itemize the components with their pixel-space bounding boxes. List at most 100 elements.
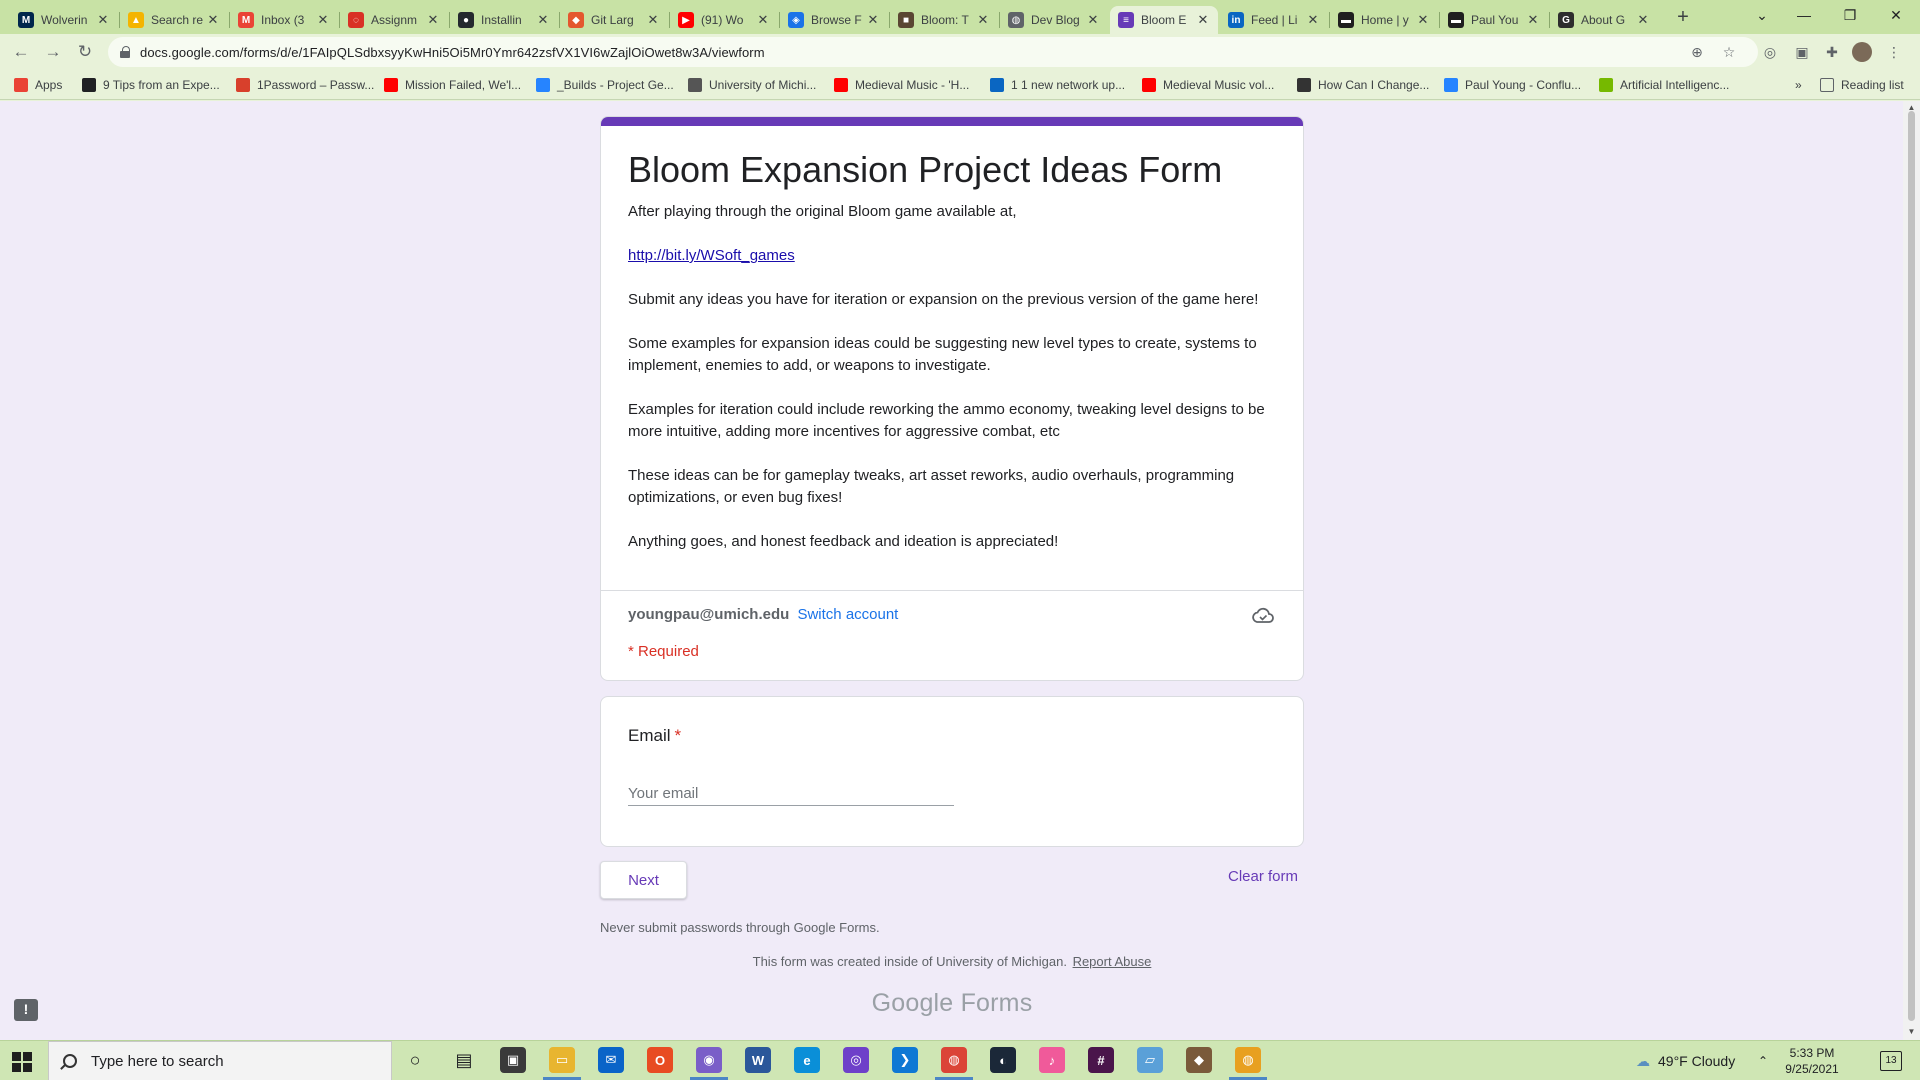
browser-tab[interactable]: ■ Bloom: T ✕ xyxy=(890,6,998,34)
chevron-more-icon[interactable]: » xyxy=(1795,77,1802,93)
discord-icon[interactable]: ◉ xyxy=(696,1047,722,1073)
browser-tab[interactable]: ◍ Dev Blog ✕ xyxy=(1000,6,1108,34)
browser-tab[interactable]: ◈ Browse F ✕ xyxy=(780,6,888,34)
forward-button[interactable]: → xyxy=(40,39,66,65)
slack-icon[interactable]: # xyxy=(1088,1047,1114,1073)
switch-account-link[interactable]: Switch account xyxy=(797,606,898,623)
word-icon[interactable]: W xyxy=(745,1047,771,1073)
page-scrollbar[interactable]: ▲ ▼ xyxy=(1903,101,1920,1040)
bookmark-item[interactable]: 1 1 new network up... xyxy=(990,77,1125,93)
description-paragraph: Submit any ideas you have for iteration … xyxy=(628,291,1259,308)
address-bar[interactable]: docs.google.com/forms/d/e/1FAIpQLSdbxsyy… xyxy=(108,37,1758,67)
browser-tab[interactable]: ▬ Home | y ✕ xyxy=(1330,6,1438,34)
notepad-icon[interactable]: ▱ xyxy=(1137,1047,1163,1073)
next-button[interactable]: Next xyxy=(600,861,687,899)
game-link[interactable]: http://bit.ly/WSoft_games xyxy=(628,247,795,264)
system-clock[interactable]: 5:33 PM 9/25/2021 xyxy=(1782,1045,1842,1077)
browser-tab[interactable]: G About G ✕ xyxy=(1550,6,1658,34)
cortana-icon[interactable]: ○ xyxy=(402,1047,428,1073)
browser-tab[interactable]: M Wolverin ✕ xyxy=(10,6,118,34)
extension-icon[interactable]: ◎ xyxy=(1760,42,1780,62)
close-tab-icon[interactable]: ✕ xyxy=(1526,12,1540,28)
tab-favicon-icon: ■ xyxy=(898,12,914,28)
cloud-save-icon[interactable] xyxy=(1250,605,1276,627)
close-tab-icon[interactable]: ✕ xyxy=(316,12,330,28)
close-tab-icon[interactable]: ✕ xyxy=(1196,12,1210,28)
browser-tab[interactable]: ▶ (91) Wo ✕ xyxy=(670,6,778,34)
browser-tab[interactable]: ● Installin ✕ xyxy=(450,6,558,34)
close-tab-icon[interactable]: ✕ xyxy=(206,12,220,28)
windows-start-icon[interactable] xyxy=(12,1052,32,1072)
tab-search-button[interactable]: ⌄ xyxy=(1742,2,1782,30)
minimize-button[interactable]: — xyxy=(1784,2,1824,30)
chrome-icon[interactable]: ◍ xyxy=(941,1047,967,1073)
chrome-canary-icon[interactable]: ◍ xyxy=(1235,1047,1261,1073)
store-icon[interactable]: ▣ xyxy=(500,1047,526,1073)
office-icon[interactable]: O xyxy=(647,1047,673,1073)
puzzle-icon[interactable]: ✚ xyxy=(1822,42,1842,62)
bookmark-item[interactable]: _Builds - Project Ge... xyxy=(536,77,674,93)
github-desktop-icon[interactable]: ◎ xyxy=(843,1047,869,1073)
browser-tab[interactable]: ▲ Search re ✕ xyxy=(120,6,228,34)
close-tab-icon[interactable]: ✕ xyxy=(976,12,990,28)
notification-center-icon[interactable]: 13 xyxy=(1880,1051,1902,1071)
taskbar-search-box[interactable]: Type here to search xyxy=(48,1041,392,1080)
vscode-icon[interactable]: ❯ xyxy=(892,1047,918,1073)
back-button[interactable]: ← xyxy=(8,39,34,65)
bookmark-item[interactable]: How Can I Change... xyxy=(1297,77,1429,93)
browser-tab[interactable]: M Inbox (3 ✕ xyxy=(230,6,338,34)
weather-widget[interactable]: ☁ 49°F Cloudy xyxy=(1636,1041,1735,1080)
scroll-thumb[interactable] xyxy=(1908,111,1915,1021)
chevron-up-icon[interactable]: ⌃ xyxy=(1758,1041,1768,1080)
scroll-down-icon[interactable]: ▼ xyxy=(1907,1027,1916,1036)
reload-button[interactable]: ↻ xyxy=(72,39,98,65)
bookmark-item[interactable]: Artificial Intelligenc... xyxy=(1599,77,1729,93)
reading-list-button[interactable]: Reading list xyxy=(1820,77,1904,93)
close-tab-icon[interactable]: ✕ xyxy=(1086,12,1100,28)
bookmark-item[interactable]: Apps xyxy=(14,77,62,93)
browser-tab[interactable]: ≡ Bloom E ✕ xyxy=(1110,6,1218,34)
avatar[interactable] xyxy=(1852,42,1872,62)
bookmark-item[interactable]: Mission Failed, We'l... xyxy=(384,77,521,93)
feedback-icon[interactable]: ! xyxy=(14,999,38,1021)
close-tab-icon[interactable]: ✕ xyxy=(536,12,550,28)
close-tab-icon[interactable]: ✕ xyxy=(866,12,880,28)
edge-icon[interactable]: e xyxy=(794,1047,820,1073)
close-tab-icon[interactable]: ✕ xyxy=(96,12,110,28)
report-abuse-link[interactable]: Report Abuse xyxy=(1073,954,1152,969)
google-forms-logo[interactable]: Google Forms xyxy=(600,989,1304,1018)
browser-tab[interactable]: ◌ Assignm ✕ xyxy=(340,6,448,34)
bookmark-star-icon[interactable]: ☆ xyxy=(1720,43,1738,61)
itunes-icon[interactable]: ♪ xyxy=(1039,1047,1065,1073)
close-window-button[interactable]: ✕ xyxy=(1876,2,1916,30)
restore-button[interactable]: ❐ xyxy=(1830,2,1870,30)
zoom-icon[interactable]: ⊕ xyxy=(1688,43,1706,61)
file-explorer-icon[interactable]: ▭ xyxy=(549,1047,575,1073)
close-tab-icon[interactable]: ✕ xyxy=(756,12,770,28)
close-tab-icon[interactable]: ✕ xyxy=(646,12,660,28)
close-tab-icon[interactable]: ✕ xyxy=(1416,12,1430,28)
browser-tab[interactable]: in Feed | Li ✕ xyxy=(1220,6,1328,34)
extension-icon[interactable]: ▣ xyxy=(1792,42,1812,62)
minecraft-icon[interactable]: ◆ xyxy=(1186,1047,1212,1073)
menu-icon[interactable]: ⋮ xyxy=(1884,42,1904,62)
email-field[interactable] xyxy=(628,782,954,806)
new-tab-button[interactable]: + xyxy=(1671,6,1695,30)
close-tab-icon[interactable]: ✕ xyxy=(1636,12,1650,28)
bookmark-item[interactable]: Medieval Music - 'H... xyxy=(834,77,969,93)
browser-tab[interactable]: ▬ Paul You ✕ xyxy=(1440,6,1548,34)
bookmark-item[interactable]: 1Password – Passw... xyxy=(236,77,374,93)
tab-favicon-icon: ▬ xyxy=(1338,12,1354,28)
bookmark-item[interactable]: Paul Young - Conflu... xyxy=(1444,77,1581,93)
task-view-icon[interactable]: ▤ xyxy=(451,1047,477,1073)
browser-tab[interactable]: ◆ Git Larg ✕ xyxy=(560,6,668,34)
close-tab-icon[interactable]: ✕ xyxy=(426,12,440,28)
bookmark-item[interactable]: University of Michi... xyxy=(688,77,816,93)
bookmark-item[interactable]: Medieval Music vol... xyxy=(1142,77,1274,93)
steam-icon[interactable]: ◐ xyxy=(990,1047,1016,1073)
close-tab-icon[interactable]: ✕ xyxy=(1306,12,1320,28)
clear-form-button[interactable]: Clear form xyxy=(1198,868,1298,885)
bookmark-item[interactable]: 9 Tips from an Expe... xyxy=(82,77,220,93)
bookmark-label: _Builds - Project Ge... xyxy=(557,78,674,92)
mail-icon[interactable]: ✉ xyxy=(598,1047,624,1073)
